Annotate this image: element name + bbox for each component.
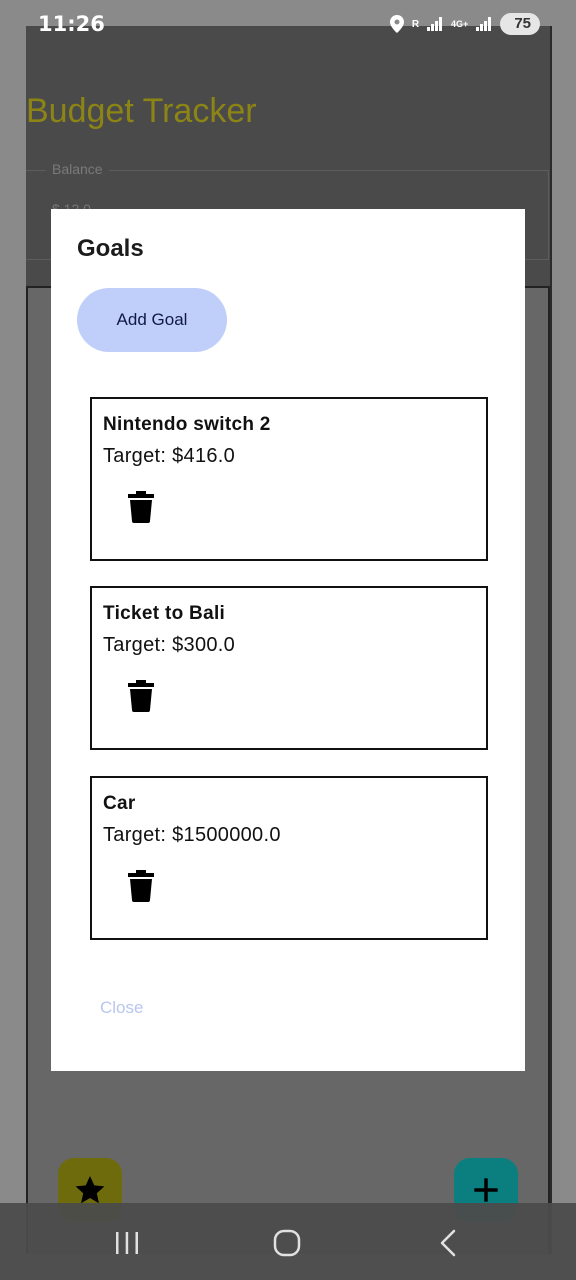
balance-label: Balance: [46, 161, 109, 177]
home-icon[interactable]: [273, 1229, 301, 1257]
add-goal-button[interactable]: Add Goal: [77, 288, 227, 352]
trash-icon[interactable]: [128, 491, 154, 523]
goal-card: Ticket to Bali Target: $300.0: [90, 586, 488, 750]
roaming-indicator: R: [411, 18, 420, 30]
goal-name: Car: [103, 793, 136, 814]
goal-name: Ticket to Bali: [103, 603, 226, 624]
goal-card: Nintendo switch 2 Target: $416.0: [90, 397, 488, 561]
signal-icon-2: [476, 17, 492, 31]
recent-apps-icon[interactable]: [115, 1231, 139, 1255]
battery-indicator: 75: [500, 13, 540, 35]
dialog-title: Goals: [77, 235, 144, 262]
status-icons: R 4G+ 75: [389, 13, 540, 35]
plus-icon: [474, 1178, 498, 1202]
goal-target: Target: $300.0: [103, 634, 236, 656]
trash-icon[interactable]: [128, 680, 154, 712]
status-time: 11:26: [38, 12, 105, 36]
star-icon: [75, 1176, 105, 1204]
app-title: Budget Tracker: [26, 92, 257, 130]
goal-target: Target: $416.0: [103, 445, 236, 467]
back-icon[interactable]: [436, 1229, 460, 1257]
network-type: 4G+: [451, 19, 469, 29]
navigation-bar: [0, 1203, 576, 1280]
close-button[interactable]: Close: [100, 998, 143, 1018]
goal-card: Car Target: $1500000.0: [90, 776, 488, 940]
signal-icon: [427, 17, 443, 31]
location-icon: [389, 15, 404, 33]
trash-icon[interactable]: [128, 870, 154, 902]
status-bar: 11:26 R 4G+ 75: [0, 0, 576, 50]
goal-name: Nintendo switch 2: [103, 414, 271, 435]
goal-target: Target: $1500000.0: [103, 824, 281, 846]
goals-dialog: Goals Add Goal Nintendo switch 2 Target:…: [51, 209, 525, 1071]
